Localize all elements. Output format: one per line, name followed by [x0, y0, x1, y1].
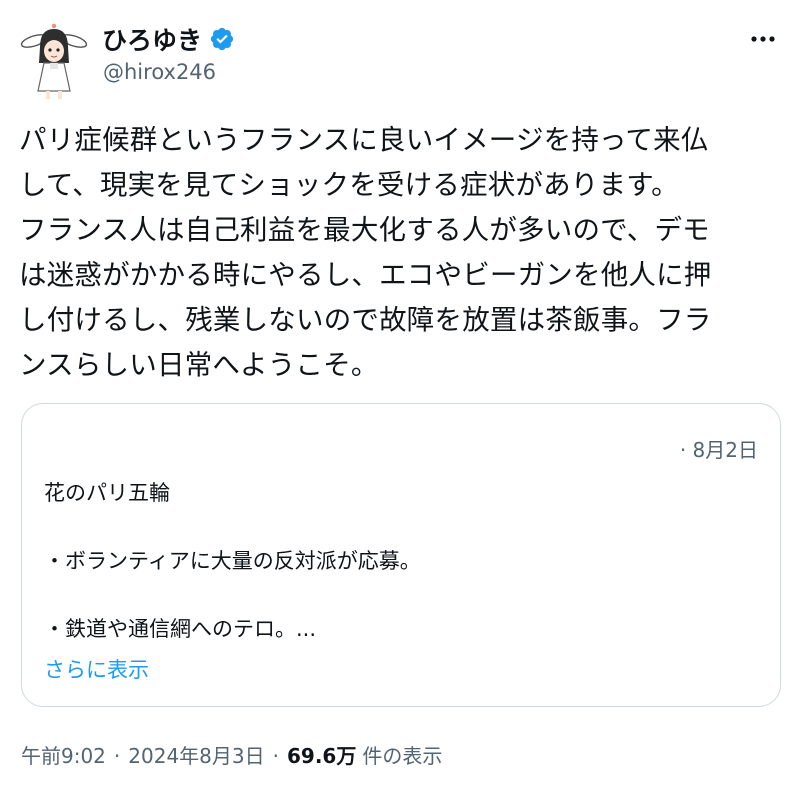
- quoted-tweet-line: 花のパリ五輪: [44, 481, 170, 505]
- more-horizontal-icon[interactable]: [746, 22, 780, 56]
- quoted-tweet-line: ・ボランティアに大量の反対派が応募。: [44, 549, 421, 573]
- verified-badge-icon[interactable]: [209, 26, 235, 52]
- views-count: 69.6万: [287, 744, 357, 768]
- quoted-tweet-date[interactable]: · 8月2日: [680, 434, 758, 463]
- avatar[interactable]: [20, 17, 88, 101]
- author-name-row: ひろゆき: [102, 22, 235, 56]
- quoted-tweet-card[interactable]: · 8月2日 花のパリ五輪 ・ボランティアに大量の反対派が応募。 ・鉄道や通信網…: [21, 403, 781, 707]
- show-more-link[interactable]: さらに表示: [44, 654, 149, 684]
- quoted-tweet-line: [44, 510, 754, 544]
- author-display-name[interactable]: ひろゆき: [102, 21, 202, 57]
- meta-separator: ·: [113, 744, 121, 768]
- quoted-tweet-line: ・鉄道や通信網へのテロ。...: [44, 617, 317, 641]
- tweet-meta: 午前9:02 · 2024年8月3日 · 69.6万 件の表示: [21, 740, 442, 769]
- quoted-tweet-line: [44, 578, 754, 612]
- tweet-time[interactable]: 午前9:02: [21, 740, 106, 769]
- tweet-card: ひろゆき @hirox246 パリ症候群というフランスに良いイメージを持って来仏…: [0, 0, 806, 791]
- author-handle[interactable]: @hirox246: [103, 60, 216, 84]
- quoted-tweet-text: 花のパリ五輪 ・ボランティアに大量の反対派が応募。 ・鉄道や通信網へのテロ。..…: [44, 476, 754, 646]
- meta-separator: ·: [272, 744, 279, 768]
- tweet-date[interactable]: 2024年8月3日: [128, 740, 264, 769]
- views-label: 件の表示: [362, 744, 443, 768]
- tweet-text: パリ症候群というフランスに良いイメージを持って来仏 して、現実を見てショックを受…: [19, 124, 712, 381]
